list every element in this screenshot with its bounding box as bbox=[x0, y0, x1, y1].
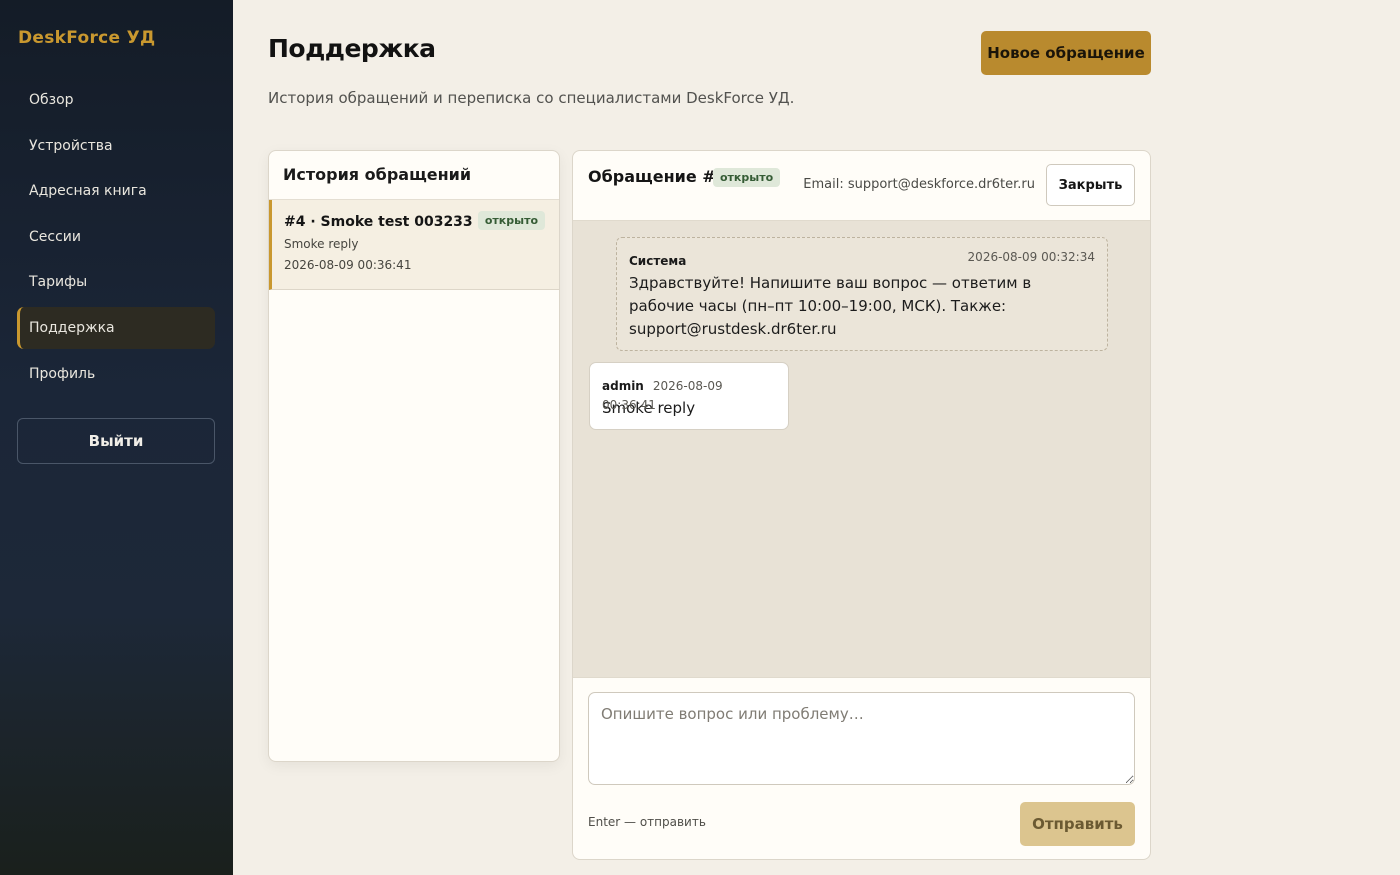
message-meta: Система 2026-08-09 00:32:34 bbox=[629, 250, 1095, 268]
ticket-list-item[interactable]: #4 · Smoke test 003233 открыто Smoke rep… bbox=[269, 200, 559, 290]
page-subtitle: История обращений и переписка со специал… bbox=[268, 89, 795, 107]
logout-button[interactable]: Выйти bbox=[17, 418, 215, 464]
sidebar-item-support[interactable]: Поддержка bbox=[17, 306, 215, 349]
sidebar-item-profile[interactable]: Профиль bbox=[17, 353, 215, 395]
system-message: Система 2026-08-09 00:32:34 Здравствуйте… bbox=[616, 237, 1108, 351]
sidebar-item-tariffs[interactable]: Тарифы bbox=[17, 261, 215, 303]
ticket-history-panel: История обращений #4 · Smoke test 003233… bbox=[268, 150, 560, 762]
sidebar-item-overview[interactable]: Обзор bbox=[17, 79, 215, 121]
message-time: 2026-08-09 00:32:34 bbox=[967, 250, 1095, 264]
ticket-preview: Smoke reply bbox=[284, 237, 359, 251]
message-meta: admin 2026-08-09 00:36:41 bbox=[602, 375, 776, 412]
sidebar-item-address-book[interactable]: Адресная книга bbox=[17, 170, 215, 212]
message-text: Здравствуйте! Напишите ваш вопрос — отве… bbox=[629, 274, 1032, 338]
send-button[interactable]: Отправить bbox=[1020, 802, 1135, 846]
message-input[interactable] bbox=[588, 692, 1135, 785]
page-title: Поддержка bbox=[268, 34, 436, 63]
message-author: Система bbox=[629, 254, 687, 268]
sidebar: DeskForce УД Обзор Устройства Адресная к… bbox=[0, 0, 233, 875]
chat-header: Обращение #4 открыто Email: support@desk… bbox=[573, 151, 1150, 221]
message-author: admin bbox=[602, 379, 644, 393]
send-hint: Enter — отправить bbox=[588, 815, 706, 829]
ticket-date: 2026-08-09 00:36:41 bbox=[284, 258, 412, 272]
ticket-chat-panel: Обращение #4 открыто Email: support@desk… bbox=[572, 150, 1151, 860]
status-badge: открыто bbox=[713, 168, 781, 187]
message-list[interactable]: Система 2026-08-09 00:32:34 Здравствуйте… bbox=[573, 221, 1150, 677]
chat-title: Обращение #4 bbox=[588, 167, 727, 186]
support-email: Email: support@deskforce.dr6ter.ru bbox=[803, 177, 1035, 192]
history-title: История обращений bbox=[269, 151, 559, 200]
app-logo[interactable]: DeskForce УД bbox=[18, 28, 155, 48]
user-message: admin 2026-08-09 00:36:41 Smoke reply bbox=[589, 362, 789, 430]
close-ticket-button[interactable]: Закрыть bbox=[1046, 164, 1135, 206]
sidebar-nav: Обзор Устройства Адресная книга Сессии Т… bbox=[17, 79, 215, 398]
sidebar-item-devices[interactable]: Устройства bbox=[17, 125, 215, 167]
new-ticket-button[interactable]: Новое обращение bbox=[981, 31, 1151, 75]
status-badge: открыто bbox=[477, 211, 545, 230]
message-composer: Enter — отправить Отправить bbox=[573, 677, 1150, 859]
sidebar-item-sessions[interactable]: Сессии bbox=[17, 216, 215, 258]
